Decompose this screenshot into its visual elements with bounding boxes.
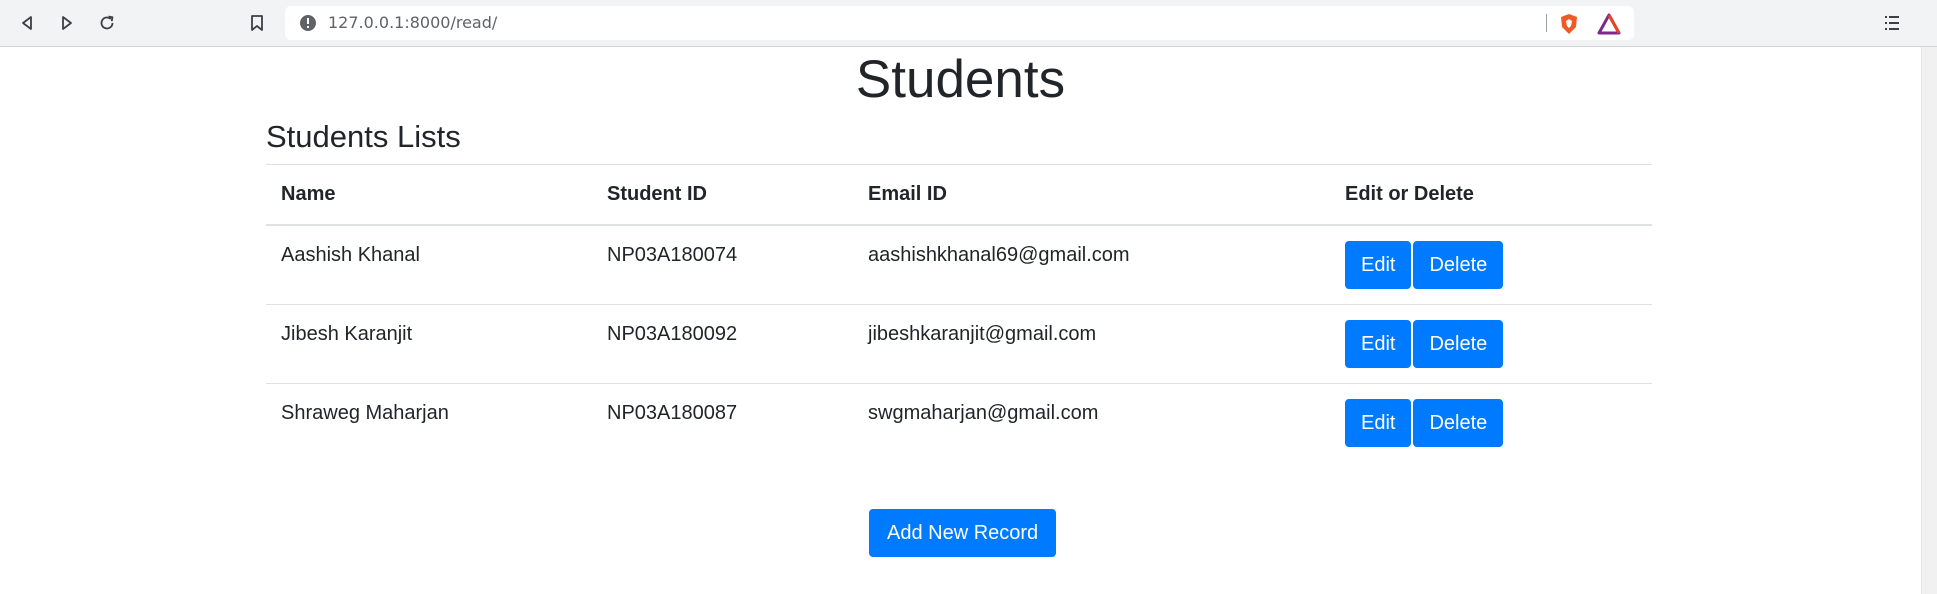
student-id: NP03A180092 [592, 303, 853, 383]
edit-button[interactable]: Edit [1345, 241, 1412, 289]
list-heading: Students Lists [266, 119, 461, 154]
delete-button[interactable]: Delete [1413, 398, 1504, 447]
browser-toolbar: 127.0.0.1:8000/read/ [0, 0, 1937, 47]
student-email: swgmaharjan@gmail.com [853, 382, 1330, 462]
row-actions: Edit Delete [1330, 303, 1652, 383]
students-table-container: Name Student ID Email ID Edit or Delete … [266, 164, 1652, 462]
table-row: Jibesh Karanjit NP03A180092 jibeshkaranj… [266, 303, 1652, 383]
page-scrollbar[interactable] [1921, 47, 1937, 594]
header-name: Name [266, 164, 592, 226]
edit-button[interactable]: Edit [1345, 398, 1412, 447]
address-bar[interactable]: 127.0.0.1:8000/read/ [285, 6, 1634, 40]
page-title: Students [855, 50, 1066, 109]
header-email: Email ID [853, 164, 1330, 226]
student-id: NP03A180087 [592, 382, 853, 462]
delete-button[interactable]: Delete [1413, 241, 1504, 289]
edit-button[interactable]: Edit [1345, 319, 1412, 368]
table-row: Aashish Khanal NP03A180074 aashishkhanal… [266, 225, 1652, 304]
bookmark-icon[interactable] [245, 11, 269, 35]
url-text[interactable]: 127.0.0.1:8000/read/ [328, 6, 497, 40]
reload-icon[interactable] [95, 11, 119, 35]
student-name: Aashish Khanal [281, 244, 420, 266]
student-name: Shraweg Maharjan [266, 382, 592, 462]
student-id: NP03A180074 [607, 244, 738, 266]
site-info-icon[interactable] [299, 14, 317, 32]
table-row: Shraweg Maharjan NP03A180087 swgmaharjan… [266, 382, 1652, 462]
forward-icon[interactable] [55, 11, 79, 35]
header-actions: Edit or Delete [1330, 164, 1652, 226]
back-icon[interactable] [15, 11, 39, 35]
table-header-row: Name Student ID Email ID Edit or Delete [266, 164, 1652, 226]
students-table: Name Student ID Email ID Edit or Delete … [266, 164, 1652, 462]
row-actions: Edit Delete [1330, 225, 1652, 304]
brave-shield-icon[interactable] [1558, 13, 1580, 35]
delete-button[interactable]: Delete [1413, 319, 1504, 368]
student-email: jibeshkaranjit@gmail.com [853, 303, 1330, 383]
student-name: Jibesh Karanjit [266, 303, 592, 383]
brave-rewards-icon[interactable] [1597, 13, 1621, 35]
menu-icon[interactable] [1880, 11, 1904, 35]
student-email: aashishkhanal69@gmail.com [868, 244, 1130, 266]
add-new-record-button[interactable]: Add New Record [869, 509, 1057, 557]
address-separator [1546, 14, 1547, 32]
row-actions: Edit Delete [1330, 382, 1652, 462]
header-student-id: Student ID [592, 164, 853, 226]
